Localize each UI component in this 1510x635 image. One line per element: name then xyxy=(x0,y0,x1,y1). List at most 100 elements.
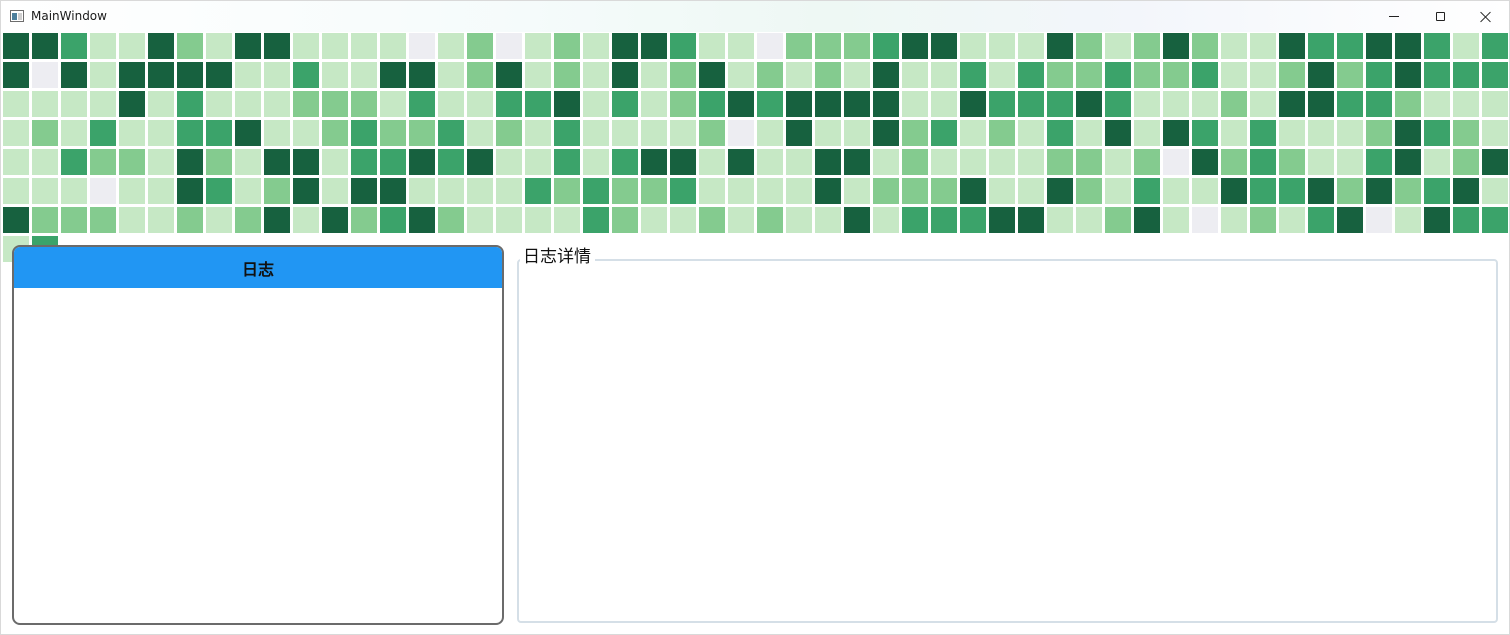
heatmap-cell[interactable] xyxy=(467,62,493,88)
heatmap-cell[interactable] xyxy=(1076,120,1102,146)
heatmap-cell[interactable] xyxy=(815,62,841,88)
heatmap-cell[interactable] xyxy=(989,62,1015,88)
heatmap-cell[interactable] xyxy=(1105,120,1131,146)
heatmap-cell[interactable] xyxy=(351,149,377,175)
heatmap-cell[interactable] xyxy=(699,91,725,117)
heatmap-cell[interactable] xyxy=(844,91,870,117)
heatmap-cell[interactable] xyxy=(61,207,87,233)
heatmap-cell[interactable] xyxy=(844,120,870,146)
heatmap-cell[interactable] xyxy=(1221,91,1247,117)
heatmap-cell[interactable] xyxy=(148,91,174,117)
heatmap-cell[interactable] xyxy=(1221,149,1247,175)
heatmap-cell[interactable] xyxy=(1076,33,1102,59)
heatmap-cell[interactable] xyxy=(32,33,58,59)
heatmap-cell[interactable] xyxy=(815,120,841,146)
heatmap-cell[interactable] xyxy=(119,33,145,59)
heatmap-cell[interactable] xyxy=(1105,62,1131,88)
heatmap-cell[interactable] xyxy=(931,33,957,59)
heatmap-cell[interactable] xyxy=(90,91,116,117)
heatmap-cell[interactable] xyxy=(351,178,377,204)
heatmap-cell[interactable] xyxy=(1366,62,1392,88)
heatmap-cell[interactable] xyxy=(3,120,29,146)
heatmap-cell[interactable] xyxy=(206,178,232,204)
heatmap-cell[interactable] xyxy=(641,149,667,175)
heatmap-cell[interactable] xyxy=(322,91,348,117)
heatmap-cell[interactable] xyxy=(844,207,870,233)
heatmap-cell[interactable] xyxy=(1105,149,1131,175)
heatmap-cell[interactable] xyxy=(1424,91,1450,117)
heatmap-cell[interactable] xyxy=(1163,33,1189,59)
heatmap-cell[interactable] xyxy=(1018,178,1044,204)
heatmap-cell[interactable] xyxy=(931,62,957,88)
heatmap-cell[interactable] xyxy=(960,62,986,88)
heatmap-cell[interactable] xyxy=(90,149,116,175)
heatmap-cell[interactable] xyxy=(409,91,435,117)
heatmap-cell[interactable] xyxy=(496,120,522,146)
heatmap-cell[interactable] xyxy=(90,120,116,146)
heatmap-cell[interactable] xyxy=(1221,207,1247,233)
heatmap-cell[interactable] xyxy=(467,207,493,233)
title-bar[interactable]: MainWindow xyxy=(1,1,1509,32)
heatmap-cell[interactable] xyxy=(612,178,638,204)
heatmap-cell[interactable] xyxy=(902,91,928,117)
heatmap-cell[interactable] xyxy=(902,33,928,59)
heatmap-cell[interactable] xyxy=(583,33,609,59)
heatmap-cell[interactable] xyxy=(641,207,667,233)
heatmap-cell[interactable] xyxy=(583,120,609,146)
heatmap-cell[interactable] xyxy=(554,149,580,175)
heatmap-cell[interactable] xyxy=(989,149,1015,175)
heatmap-cell[interactable] xyxy=(293,91,319,117)
heatmap-cell[interactable] xyxy=(1192,207,1218,233)
heatmap-cell[interactable] xyxy=(61,33,87,59)
heatmap-cell[interactable] xyxy=(32,178,58,204)
heatmap-cell[interactable] xyxy=(815,33,841,59)
heatmap-cell[interactable] xyxy=(583,149,609,175)
heatmap-cell[interactable] xyxy=(786,149,812,175)
heatmap-cell[interactable] xyxy=(1453,207,1479,233)
heatmap-cell[interactable] xyxy=(641,178,667,204)
heatmap-cell[interactable] xyxy=(1308,62,1334,88)
heatmap-cell[interactable] xyxy=(1395,33,1421,59)
heatmap-cell[interactable] xyxy=(206,120,232,146)
log-list[interactable] xyxy=(14,288,502,623)
heatmap-cell[interactable] xyxy=(989,178,1015,204)
heatmap-cell[interactable] xyxy=(670,33,696,59)
heatmap-cell[interactable] xyxy=(1018,120,1044,146)
heatmap-cell[interactable] xyxy=(1018,91,1044,117)
heatmap-cell[interactable] xyxy=(293,178,319,204)
heatmap-cell[interactable] xyxy=(1221,62,1247,88)
heatmap-cell[interactable] xyxy=(641,91,667,117)
heatmap-cell[interactable] xyxy=(264,207,290,233)
heatmap-cell[interactable] xyxy=(119,120,145,146)
heatmap-cell[interactable] xyxy=(61,178,87,204)
heatmap-cell[interactable] xyxy=(438,120,464,146)
heatmap-cell[interactable] xyxy=(235,207,261,233)
heatmap-cell[interactable] xyxy=(1453,178,1479,204)
heatmap-cell[interactable] xyxy=(1134,62,1160,88)
heatmap-cell[interactable] xyxy=(1047,207,1073,233)
heatmap-cell[interactable] xyxy=(873,91,899,117)
heatmap-cell[interactable] xyxy=(612,120,638,146)
heatmap-cell[interactable] xyxy=(1134,33,1160,59)
heatmap-cell[interactable] xyxy=(1105,207,1131,233)
heatmap-cell[interactable] xyxy=(177,207,203,233)
heatmap-cell[interactable] xyxy=(699,33,725,59)
heatmap-cell[interactable] xyxy=(3,149,29,175)
heatmap-cell[interactable] xyxy=(1337,120,1363,146)
heatmap-cell[interactable] xyxy=(525,149,551,175)
heatmap-cell[interactable] xyxy=(1424,33,1450,59)
heatmap-cell[interactable] xyxy=(902,178,928,204)
heatmap-cell[interactable] xyxy=(728,178,754,204)
close-button[interactable] xyxy=(1463,1,1509,32)
heatmap-cell[interactable] xyxy=(293,120,319,146)
heatmap-cell[interactable] xyxy=(1308,33,1334,59)
heatmap-cell[interactable] xyxy=(1482,62,1508,88)
heatmap-cell[interactable] xyxy=(670,178,696,204)
heatmap-cell[interactable] xyxy=(1395,149,1421,175)
heatmap-cell[interactable] xyxy=(1192,120,1218,146)
heatmap-cell[interactable] xyxy=(177,120,203,146)
heatmap-cell[interactable] xyxy=(1163,120,1189,146)
heatmap-cell[interactable] xyxy=(380,120,406,146)
minimize-button[interactable] xyxy=(1371,1,1417,32)
heatmap-cell[interactable] xyxy=(380,33,406,59)
